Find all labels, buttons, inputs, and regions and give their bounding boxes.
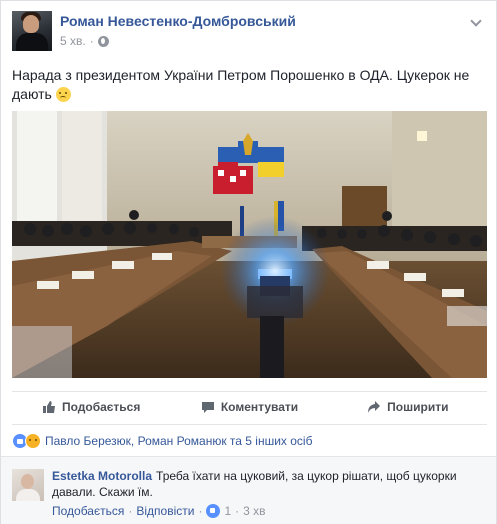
comment-actions: Подобається · Відповісти · 1 · 3 хв	[52, 504, 266, 518]
share-icon	[368, 400, 381, 413]
reactions-summary[interactable]: Павло Березюк, Роман Романюк та 5 інших …	[45, 434, 312, 448]
share-button[interactable]: Поширити	[329, 392, 487, 421]
chevron-down-icon[interactable]	[470, 15, 482, 27]
commenter-name[interactable]: Estetka Motorolla	[52, 469, 152, 483]
meta-separator: ·	[89, 34, 94, 48]
comment-icon	[201, 401, 214, 413]
comment-dot-1: ·	[128, 504, 133, 518]
post-text: Нарада з президентом України Петром Поро…	[12, 66, 482, 104]
comment-dot-2: ·	[198, 504, 203, 518]
post-timestamp[interactable]: 5 хв.	[60, 34, 86, 48]
post-photo[interactable]	[12, 111, 487, 378]
comment-label: Коментувати	[220, 399, 299, 414]
post-meta: 5 хв. ·	[60, 34, 109, 48]
sad-reaction-icon	[25, 432, 41, 449]
post-body: Нарада з президентом України Петром Поро…	[12, 67, 470, 102]
reactions-bar[interactable]: Павло Березюк, Роман Романюк та 5 інших …	[12, 424, 487, 456]
like-count-icon	[206, 504, 221, 518]
commenter-avatar[interactable]	[12, 469, 44, 501]
comment-timestamp[interactable]: 3 хв	[243, 504, 265, 518]
like-button[interactable]: Подобається	[12, 392, 170, 421]
meeting-room-photo	[12, 111, 487, 378]
share-label: Поширити	[387, 399, 449, 414]
feed-post-card: Роман Невестенко-Домбровський 5 хв. · На…	[0, 0, 497, 524]
post-author-name[interactable]: Роман Невестенко-Домбровський	[60, 13, 296, 29]
comment-body: Estetka Motorolla Треба їхати на цуковий,…	[52, 468, 482, 500]
comment-button[interactable]: Коментувати	[170, 392, 328, 421]
comment-section: Estetka Motorolla Треба їхати на цуковий,…	[1, 456, 496, 524]
comment-like-count[interactable]: 1	[224, 504, 231, 518]
reaction-icons	[12, 432, 41, 449]
author-avatar[interactable]	[12, 11, 52, 51]
like-icon	[42, 400, 55, 413]
comment-reply-link[interactable]: Відповісти	[136, 504, 194, 518]
comment-dot-3: ·	[235, 504, 240, 518]
globe-icon	[97, 35, 109, 47]
post-action-bar: Подобається Коментувати Поширити	[12, 391, 487, 421]
like-label: Подобається	[61, 399, 141, 414]
post-header: Роман Невестенко-Домбровський 5 хв. ·	[12, 11, 482, 53]
comment-like-link[interactable]: Подобається	[52, 504, 124, 518]
sad-emoji-icon	[55, 87, 71, 102]
